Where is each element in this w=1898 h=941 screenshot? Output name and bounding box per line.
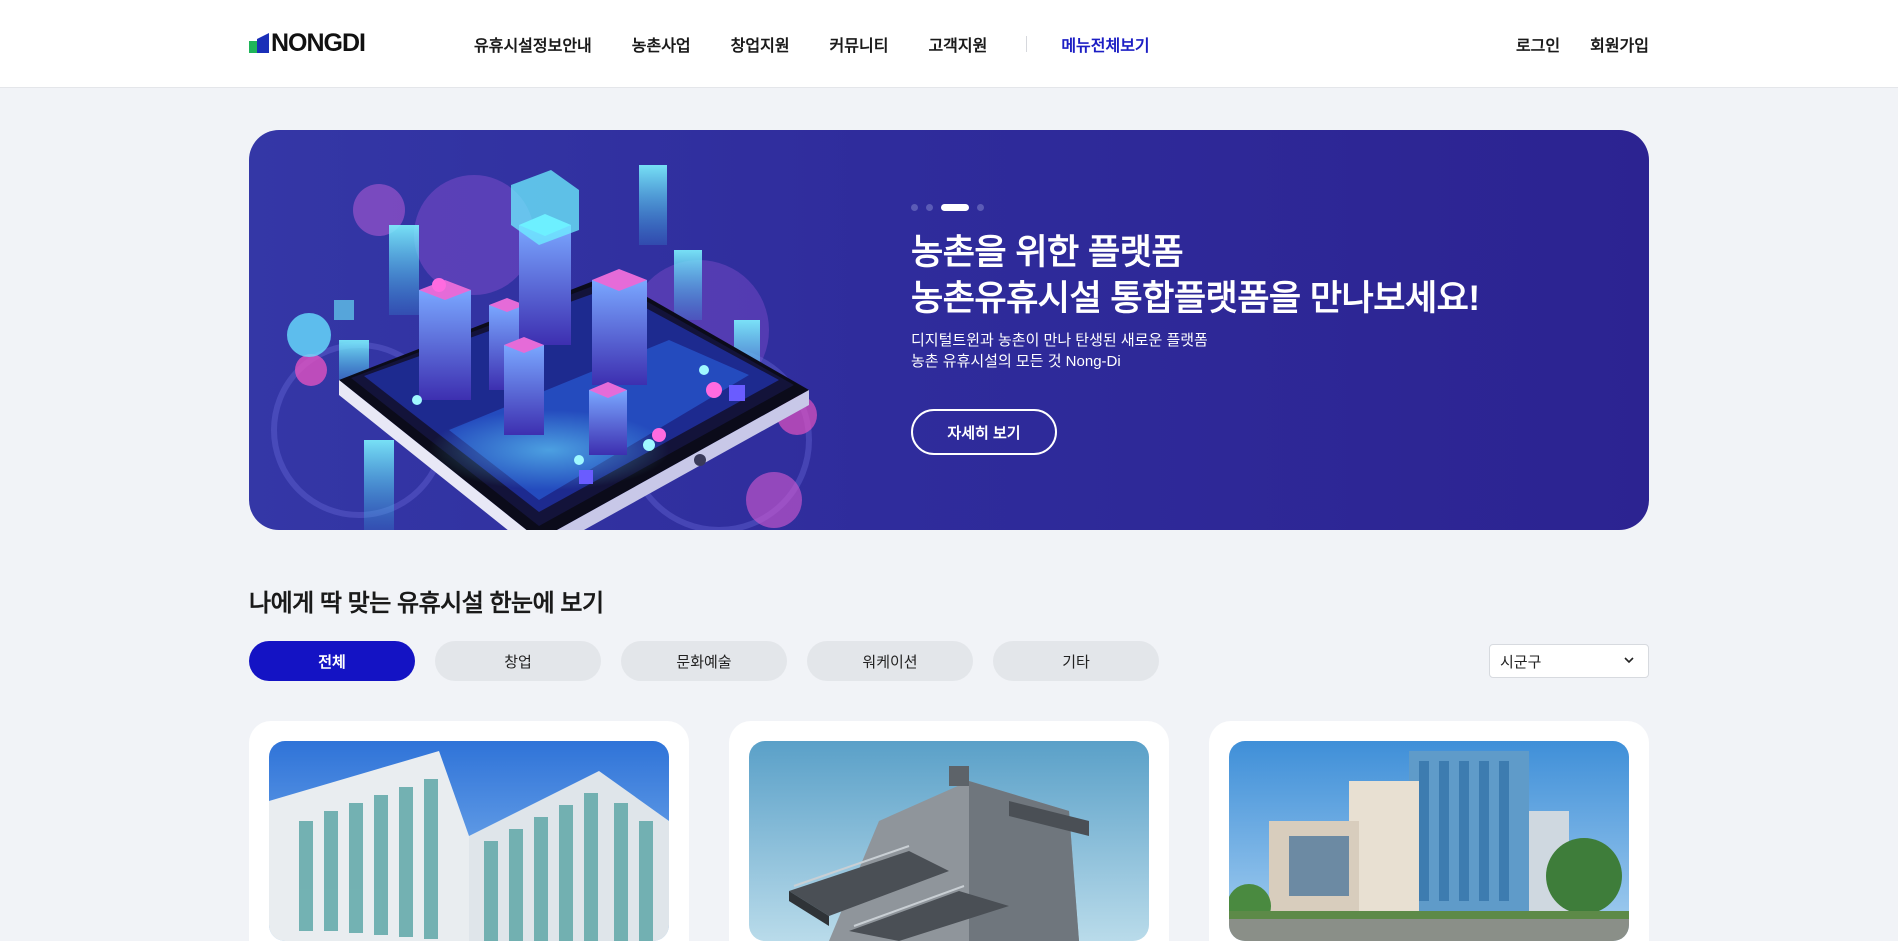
facility-card[interactable] (729, 721, 1169, 941)
region-select-value: 시군구 (1500, 653, 1542, 671)
main-nav: 유휴시설정보안내 농촌사업 창업지원 커뮤니티 고객지원 메뉴전체보기 (474, 0, 1150, 88)
site-header: NONGDI 유휴시설정보안내 농촌사업 창업지원 커뮤니티 고객지원 메뉴전체… (0, 0, 1898, 88)
hero-banner: 농촌을 위한 플랫폼 농촌유휴시설 통합플랫폼을 만나보세요! 디지털트윈과 농… (249, 130, 1649, 530)
facility-card[interactable] (1209, 721, 1649, 941)
hero-subtitle-line2: 농촌 유휴시설의 모든 것 Nong-Di (911, 353, 1121, 370)
section-title: 나에게 딱 맞는 유휴시설 한눈에 보기 (249, 590, 604, 617)
slide-dot-4[interactable] (977, 204, 984, 211)
auth-links: 로그인 회원가입 (1486, 0, 1649, 88)
nav-item-facility-info[interactable]: 유휴시설정보안내 (474, 32, 592, 56)
smart-city-illustration (271, 165, 817, 530)
filter-culture-art[interactable]: 문화예술 (621, 641, 787, 681)
facility-card[interactable] (249, 721, 689, 941)
nav-item-customer-support[interactable]: 고객지원 (928, 32, 987, 56)
nav-item-startup-support[interactable]: 창업지원 (731, 32, 790, 56)
login-link[interactable]: 로그인 (1516, 32, 1560, 56)
chevron-down-icon (1624, 657, 1634, 664)
filter-etc[interactable]: 기타 (993, 641, 1159, 681)
hero-subtitle: 디지털트윈과 농촌이 만나 탄생된 새로운 플랫폼 농촌 유휴시설의 모든 것 … (911, 330, 1208, 372)
logo-mark-icon (249, 33, 269, 53)
slide-dot-2[interactable] (926, 204, 933, 211)
logo[interactable]: NONGDI (249, 28, 366, 57)
slide-dot-1[interactable] (911, 204, 918, 211)
filter-all[interactable]: 전체 (249, 641, 415, 681)
slide-dot-3-active[interactable] (941, 204, 969, 211)
signup-link[interactable]: 회원가입 (1590, 32, 1649, 56)
nav-item-community[interactable]: 커뮤니티 (830, 32, 889, 56)
filter-startup[interactable]: 창업 (435, 641, 601, 681)
facility-photo (269, 741, 669, 941)
view-details-button[interactable]: 자세히 보기 (911, 409, 1057, 455)
category-filters: 전체 창업 문화예술 워케이션 기타 (249, 641, 1179, 681)
facility-photo (749, 741, 1149, 941)
hero-title-line2: 농촌유휴시설 통합플랫폼을 만나보세요! (911, 279, 1480, 318)
filter-workation[interactable]: 워케이션 (807, 641, 973, 681)
facility-photo (1229, 741, 1629, 941)
logo-text: NONGDI (271, 28, 366, 57)
slide-indicator (911, 204, 992, 211)
hero-title-line1: 농촌을 위한 플랫폼 (911, 233, 1184, 272)
hero-title: 농촌을 위한 플랫폼 농촌유휴시설 통합플랫폼을 만나보세요! (911, 230, 1480, 322)
all-menu-link[interactable]: 메뉴전체보기 (1061, 32, 1149, 56)
nav-divider (1026, 36, 1028, 52)
nav-item-rural-business[interactable]: 농촌사업 (632, 32, 691, 56)
region-select[interactable]: 시군구 (1489, 644, 1649, 678)
hero-subtitle-line1: 디지털트윈과 농촌이 만나 탄생된 새로운 플랫폼 (911, 332, 1208, 349)
